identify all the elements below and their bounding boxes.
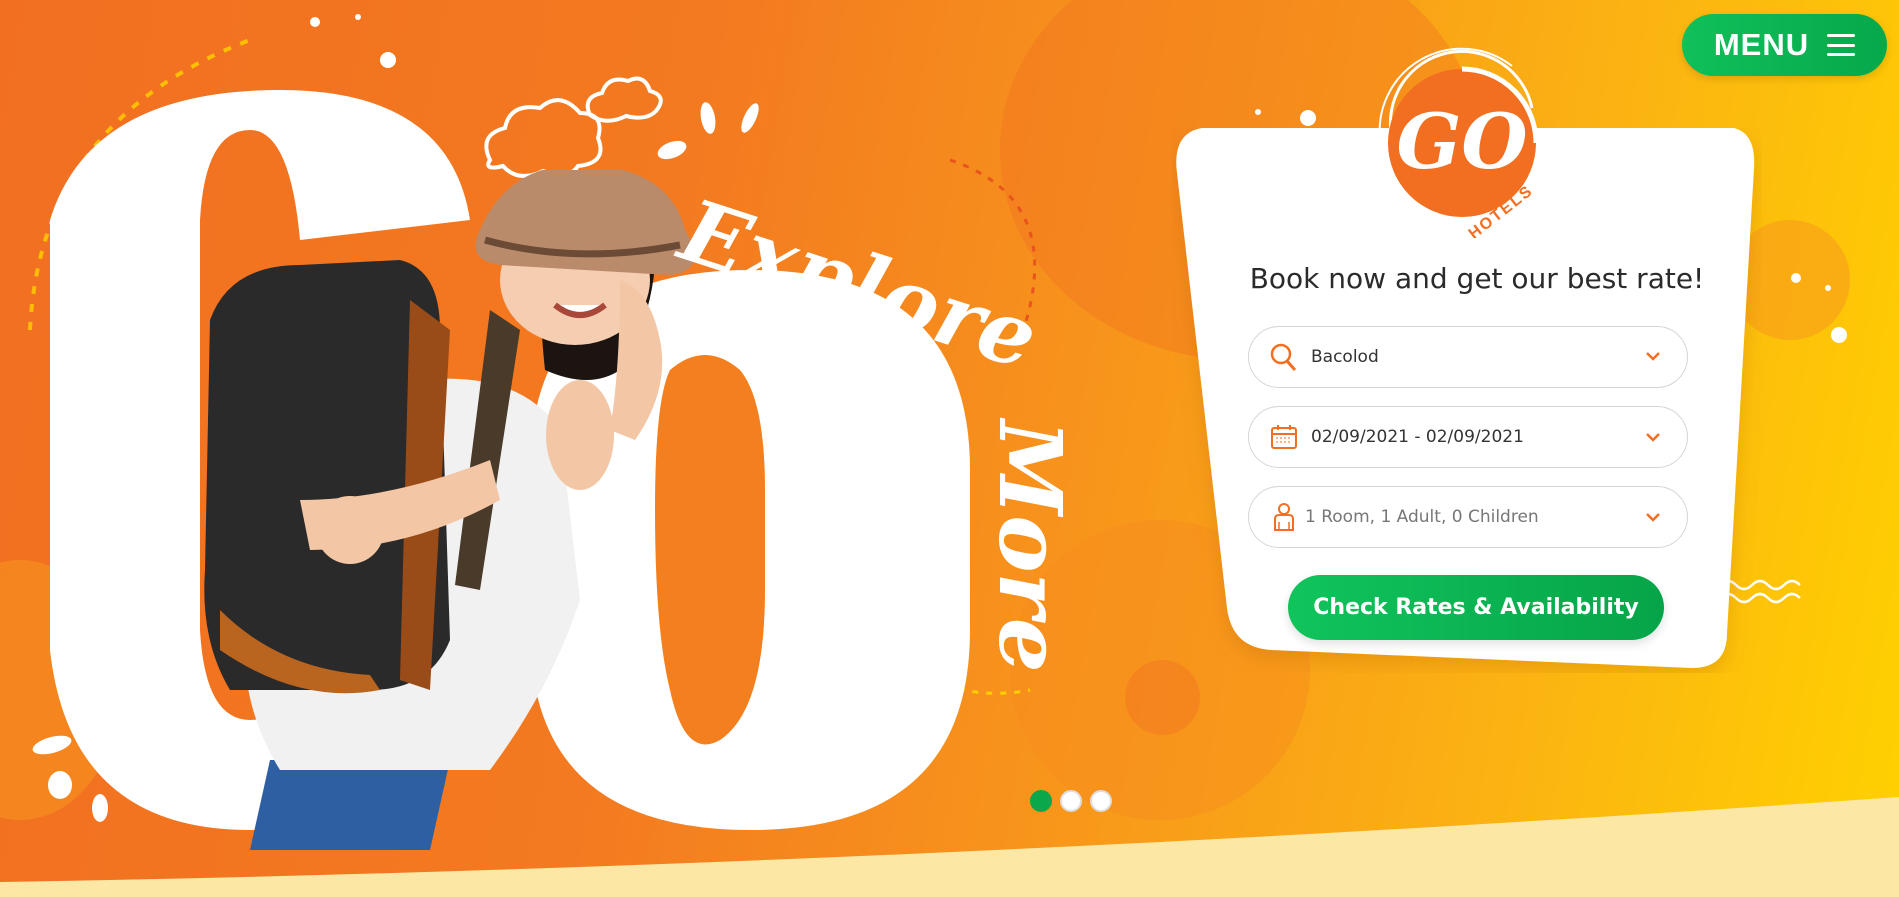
- booking-headline: Book now and get our best rate!: [1249, 262, 1705, 295]
- menu-label: MENU: [1713, 27, 1810, 62]
- destination-select[interactable]: Bacolod: [1248, 326, 1688, 388]
- chevron-down-icon: [1643, 347, 1663, 367]
- hamburger-icon: [1827, 34, 1856, 56]
- carousel-dot-3[interactable]: [1090, 790, 1112, 812]
- search-icon: [1269, 342, 1299, 372]
- carousel-indicators: [1030, 790, 1112, 812]
- calendar-icon: [1269, 422, 1299, 452]
- check-rates-button[interactable]: Check Rates & Availability: [1288, 575, 1664, 640]
- bottom-wave: [0, 797, 1899, 897]
- person-icon: [1269, 502, 1299, 532]
- more-text: More: [979, 420, 1080, 673]
- menu-button[interactable]: MENU: [1682, 14, 1887, 76]
- go-hotels-logo[interactable]: GO HOTELS: [1362, 38, 1562, 243]
- guests-value: 1 Room, 1 Adult, 0 Children: [1305, 507, 1539, 527]
- date-range-picker[interactable]: 02/09/2021 - 02/09/2021: [1248, 406, 1688, 468]
- destination-value: Bacolod: [1311, 347, 1379, 367]
- guests-selector[interactable]: 1 Room, 1 Adult, 0 Children: [1248, 486, 1688, 548]
- chevron-down-icon: [1643, 427, 1663, 447]
- chevron-down-icon: [1643, 507, 1663, 527]
- carousel-dot-2[interactable]: [1060, 790, 1082, 812]
- date-range-value: 02/09/2021 - 02/09/2021: [1311, 427, 1524, 447]
- logo-text: GO: [1396, 97, 1527, 186]
- carousel-dot-1[interactable]: [1030, 790, 1052, 812]
